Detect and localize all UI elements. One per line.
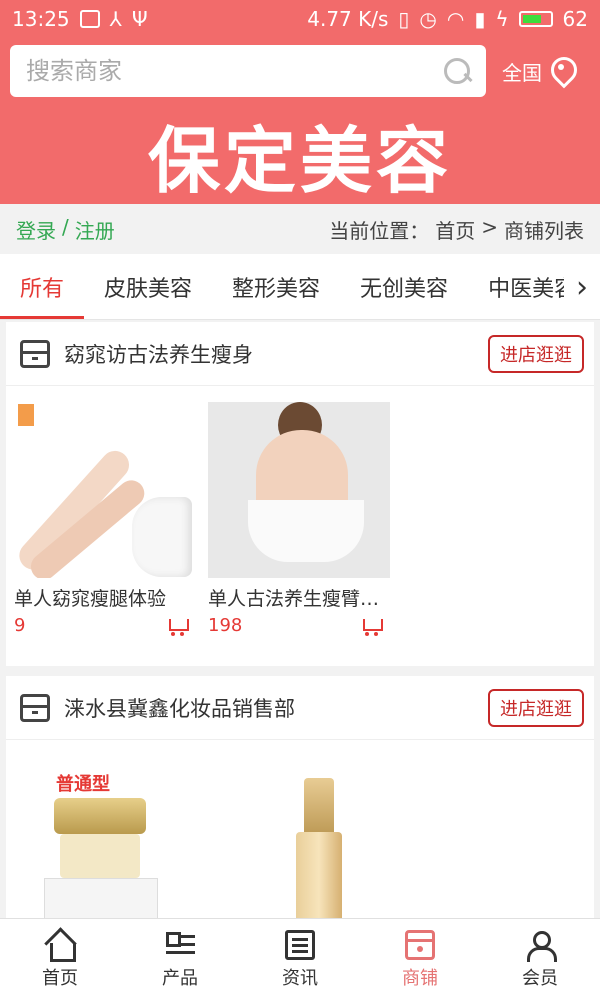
bottle-cap-shape <box>304 778 334 832</box>
status-right: 4.77 K/s ▯ ◷ ◠ ▮ ϟ 62 <box>307 7 588 31</box>
battery-icon <box>518 11 553 27</box>
user-icon <box>525 930 557 962</box>
store-icon <box>20 693 50 722</box>
nav-label: 商铺 <box>402 967 438 989</box>
network-speed: 4.77 K/s <box>307 7 389 31</box>
shop-header: 涞水县冀鑫化妆品销售部 进店逛逛 <box>6 676 594 740</box>
visit-shop-button[interactable]: 进店逛逛 <box>488 688 584 727</box>
share-icon: ⅄ <box>109 7 122 31</box>
breadcrumb-prefix: 当前位置： <box>329 218 430 243</box>
store-icon <box>20 339 50 368</box>
product-card[interactable]: 普通型 <box>14 760 196 936</box>
sub-bar: 登录 / 注册 当前位置： 首页 > 商铺列表 <box>0 204 600 254</box>
shop-name[interactable]: 窈窕访古法养生瘦身 <box>64 339 253 369</box>
shop-card: 涞水县冀鑫化妆品销售部 进店逛逛 普通型 <box>6 676 594 936</box>
product-list: 单人窈窕瘦腿体验 9 单人古法养生瘦臂1... 198 <box>6 386 594 636</box>
cart-icon[interactable] <box>360 616 384 636</box>
alarm-icon: ◷ <box>419 7 437 31</box>
tab-all[interactable]: 所有 <box>0 254 85 319</box>
towel-shape <box>132 497 192 577</box>
wifi-icon: ◠ <box>446 7 465 31</box>
breadcrumb-arrow: > <box>481 214 498 239</box>
tab-plastic-surgery[interactable]: 整形美容 <box>212 254 340 319</box>
status-left: 13:25 ⅄ Ψ <box>12 7 148 31</box>
product-price-row: 198 <box>208 615 390 636</box>
figure-wrap-shape <box>248 500 364 562</box>
nav-label: 会员 <box>522 967 558 989</box>
bottom-nav: 首页 产品 资讯 商铺 会员 <box>0 918 600 1000</box>
product-image[interactable] <box>208 760 390 936</box>
breadcrumb-current: 商铺列表 <box>504 218 584 243</box>
chevron-right-icon[interactable]: › <box>564 254 600 319</box>
banner: 保定美容 <box>0 104 600 204</box>
status-time: 13:25 <box>12 7 70 31</box>
product-card[interactable] <box>208 760 390 936</box>
product-image[interactable] <box>14 402 196 578</box>
product-name[interactable]: 单人古法养生瘦臂1... <box>208 584 390 611</box>
news-icon <box>285 929 315 960</box>
product-list: 普通型 <box>6 740 594 936</box>
jar-lid-shape <box>54 798 146 834</box>
search-icon[interactable] <box>442 56 472 86</box>
region-selector[interactable]: 全国 <box>502 57 574 86</box>
shop-card: 窈窕访古法养生瘦身 进店逛逛 单人窈窕瘦腿体验 9 单人古法养生瘦臂1... 1… <box>6 322 594 666</box>
usb-icon: Ψ <box>131 7 148 31</box>
shop-header: 窈窕访古法养生瘦身 进店逛逛 <box>6 322 594 386</box>
nav-news[interactable]: 资讯 <box>240 919 360 1000</box>
account-links: 登录 / 注册 <box>16 215 115 244</box>
shop-name[interactable]: 涞水县冀鑫化妆品销售部 <box>64 693 295 723</box>
charging-icon: ϟ <box>495 7 509 31</box>
nav-shops[interactable]: 商铺 <box>360 919 480 1000</box>
nav-label: 首页 <box>42 967 78 989</box>
jar-shape <box>60 834 140 878</box>
product-image[interactable]: 普通型 <box>14 760 196 936</box>
vibrate-icon: ▯ <box>398 7 410 31</box>
status-bar: 13:25 ⅄ Ψ 4.77 K/s ▯ ◷ ◠ ▮ ϟ 62 <box>0 0 600 38</box>
product-name[interactable]: 单人窈窕瘦腿体验 <box>14 584 196 611</box>
breadcrumb-home[interactable]: 首页 <box>435 215 475 244</box>
category-tabs: 所有 皮肤美容 整形美容 无创美容 中医美容 › <box>0 254 600 320</box>
product-image-label: 普通型 <box>56 774 110 795</box>
cart-icon[interactable] <box>166 616 190 636</box>
login-link[interactable]: 登录 <box>16 215 56 244</box>
product-price: 9 <box>14 615 26 636</box>
nav-member[interactable]: 会员 <box>480 919 600 1000</box>
product-image[interactable] <box>208 402 390 578</box>
product-tag-icon <box>18 404 34 426</box>
home-icon <box>45 930 76 962</box>
list-icon <box>165 930 195 960</box>
shop-icon <box>405 929 435 960</box>
region-label: 全国 <box>502 60 542 85</box>
nav-products[interactable]: 产品 <box>120 919 240 1000</box>
nav-label: 产品 <box>162 967 198 989</box>
tab-noninvasive[interactable]: 无创美容 <box>340 254 468 319</box>
search-input[interactable] <box>26 57 442 85</box>
search-box[interactable] <box>10 45 486 97</box>
product-card[interactable]: 单人窈窕瘦腿体验 9 <box>14 402 196 636</box>
breadcrumb: 当前位置： 首页 > 商铺列表 <box>329 215 584 244</box>
battery-level: 62 <box>562 7 588 31</box>
location-pin-icon <box>548 57 574 85</box>
gallery-icon <box>79 10 100 28</box>
tab-skin-beauty[interactable]: 皮肤美容 <box>84 254 212 319</box>
nav-home[interactable]: 首页 <box>0 919 120 1000</box>
nav-label: 资讯 <box>282 967 318 989</box>
header: 全国 <box>0 38 600 104</box>
product-price: 198 <box>208 615 243 636</box>
visit-shop-button[interactable]: 进店逛逛 <box>488 334 584 373</box>
product-price-row: 9 <box>14 615 196 636</box>
product-card[interactable]: 单人古法养生瘦臂1... 198 <box>208 402 390 636</box>
banner-title: 保定美容 <box>147 118 452 203</box>
register-link[interactable]: 注册 <box>75 215 115 244</box>
account-separator: / <box>62 214 69 239</box>
signal-icon: ▮ <box>474 7 486 31</box>
